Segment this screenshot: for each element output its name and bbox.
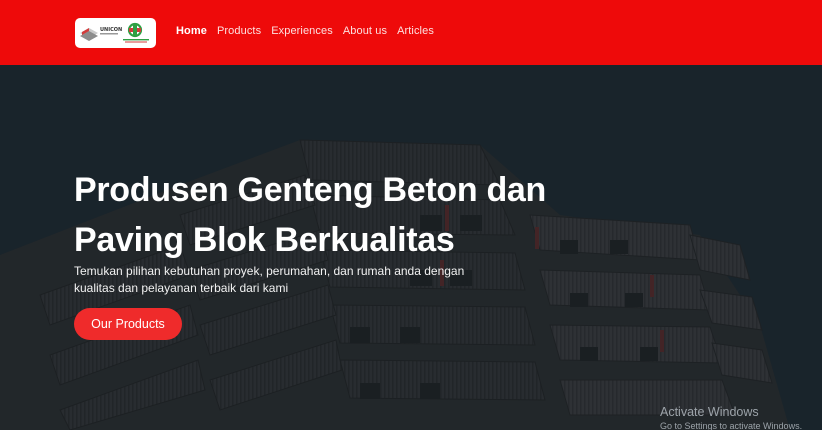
hero-title: Produsen Genteng Beton dan Paving Blok B…	[74, 165, 594, 265]
hero-title-line-1: Produsen Genteng Beton dan	[74, 171, 547, 209]
hero-section: Produsen Genteng Beton dan Paving Blok B…	[0, 65, 822, 430]
emblem-icon	[127, 22, 143, 38]
hero-title-line-2: Paving Blok Berkualitas	[74, 221, 455, 259]
our-products-button[interactable]: Our Products	[74, 308, 182, 340]
brand-logo-image: UNICON	[80, 22, 149, 43]
watermark-title: Activate Windows	[660, 405, 759, 419]
hero-subtitle: Temukan pilihan kebutuhan proyek, peruma…	[74, 263, 465, 297]
hero-subtitle-line-2: kualitas dan pelayanan terbaik dari kami	[74, 281, 289, 295]
hero-subtitle-line-1: Temukan pilihan kebutuhan proyek, peruma…	[74, 264, 465, 278]
nav-articles[interactable]: Articles	[397, 25, 434, 37]
svg-text:UNICON: UNICON	[100, 27, 122, 33]
brand-logo[interactable]: UNICON	[75, 18, 156, 48]
watermark-subtitle: Go to Settings to activate Windows.	[660, 421, 803, 430]
nav-products[interactable]: Products	[217, 25, 261, 37]
nav-experiences[interactable]: Experiences	[271, 25, 333, 37]
windows-activation-watermark: Activate Windows Go to Settings to activ…	[660, 405, 802, 430]
nav-home[interactable]: Home	[176, 25, 207, 37]
nav-about-us[interactable]: About us	[343, 25, 387, 37]
roof-tile-icon	[80, 28, 98, 41]
main-nav: Home Products Experiences About us Artic…	[176, 25, 444, 37]
navbar: UNICON Home Products Experiences About u…	[0, 0, 822, 65]
